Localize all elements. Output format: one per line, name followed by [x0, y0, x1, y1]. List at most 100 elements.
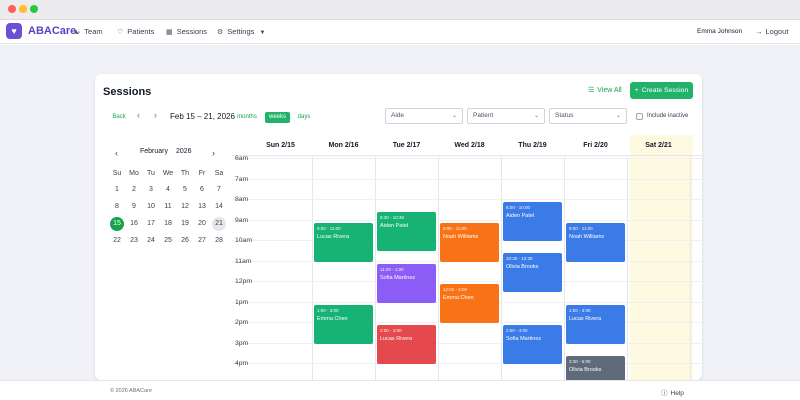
session-event[interactable]: 8:30 - 10:30 Aiden Patel: [377, 212, 436, 252]
day-header[interactable]: Sat 2/21: [627, 142, 690, 149]
event-time: 1:00 - 3:00: [569, 307, 591, 313]
mini-cal-day[interactable]: 19: [178, 217, 192, 231]
event-patient-name: Emma Chen: [443, 295, 474, 301]
mini-cal-day[interactable]: 20: [195, 217, 209, 231]
logout-button[interactable]: → Logout: [755, 27, 788, 36]
heart-icon[interactable]: ♥: [6, 23, 22, 39]
mini-cal-prev-icon[interactable]: ‹: [115, 148, 118, 158]
session-event[interactable]: 2:00 - 4:00 Sofia Martinez: [503, 325, 562, 364]
mini-cal-day[interactable]: 10: [144, 200, 158, 214]
session-event[interactable]: 1:00 - 3:00 Emma Chen: [314, 304, 373, 344]
session-event[interactable]: 8:00 - 10:00 Aiden Patel: [503, 202, 562, 241]
mini-cal-day[interactable]: 5: [178, 183, 192, 197]
mini-cal-day[interactable]: 21: [212, 217, 226, 231]
top-nav: ♥ ABACare ☯ Team ♡ Patients ▦ Sessions ⚙ Set…: [0, 20, 800, 44]
brand-name[interactable]: ABACare: [28, 25, 76, 37]
column-divider: [375, 155, 376, 380]
weekday-label: Fr: [198, 170, 206, 177]
view-days-button[interactable]: days: [295, 112, 313, 123]
nav-item-sessions[interactable]: ▦ Sessions: [166, 27, 207, 36]
mini-cal-day[interactable]: 26: [178, 234, 192, 248]
footer: © 2026 ABACare ⓘ Help: [0, 380, 800, 400]
mini-cal-next-icon[interactable]: ›: [212, 148, 215, 158]
mini-cal-month: February: [140, 148, 169, 155]
nav-item-team[interactable]: ☯ Team: [74, 27, 103, 36]
hour-label: 12pm: [235, 278, 253, 285]
mini-cal-day[interactable]: 14: [212, 200, 226, 214]
patient-filter-select[interactable]: Patient ⌄: [467, 108, 545, 124]
status-filter-select[interactable]: Status ⌄: [549, 108, 627, 124]
session-event[interactable]: 3:30 - 5:00 Olivia Brooks: [566, 355, 625, 380]
session-event[interactable]: 9:00 - 11:00 Lucas Rivera: [314, 222, 373, 262]
day-header[interactable]: Thu 2/19: [501, 142, 564, 149]
view-weeks-button[interactable]: weeks: [265, 112, 290, 123]
list-icon: ☰: [588, 87, 595, 94]
mini-cal-day[interactable]: 16: [127, 217, 141, 231]
day-header[interactable]: Wed 2/18: [438, 142, 501, 149]
mini-cal-day[interactable]: 25: [161, 234, 175, 248]
day-header[interactable]: Fri 2/20: [564, 142, 627, 149]
mini-cal-day[interactable]: 15: [110, 217, 124, 231]
session-event[interactable]: 1:00 - 3:00 Lucas Rivera: [566, 304, 625, 344]
maximize-window-button[interactable]: [30, 5, 38, 13]
mini-cal-day[interactable]: 17: [144, 217, 158, 231]
help-link[interactable]: ⓘ Help: [661, 387, 684, 397]
event-patient-name: Lucas Rivera: [380, 336, 413, 342]
chevron-right-icon[interactable]: ›: [154, 110, 157, 120]
mini-cal-day[interactable]: 24: [144, 234, 158, 248]
view-months-button[interactable]: months: [234, 112, 260, 123]
session-event[interactable]: 10:30 - 12:30 Olivia Brooks: [503, 253, 562, 293]
day-header[interactable]: Mon 2/16: [312, 142, 375, 149]
session-event[interactable]: 2:00 - 4:00 Lucas Rivera: [377, 325, 436, 364]
create-session-button[interactable]: + Create Session: [630, 82, 693, 99]
mini-cal-day[interactable]: 18: [161, 217, 175, 231]
back-button[interactable]: Back: [112, 112, 126, 123]
mini-cal-day[interactable]: 3: [144, 183, 158, 197]
chevron-left-icon[interactable]: ‹: [137, 110, 140, 120]
hour-label: 1pm: [235, 298, 249, 306]
column-divider: [312, 155, 313, 380]
mini-cal-day[interactable]: 1: [110, 183, 124, 197]
column-divider: [627, 155, 628, 380]
mini-cal-day[interactable]: 8: [110, 200, 124, 214]
weekday-label: Th: [180, 170, 190, 177]
day-header[interactable]: Tue 2/17: [375, 142, 438, 149]
mini-cal-day[interactable]: 12: [178, 200, 192, 214]
event-time: 2:00 - 4:00: [506, 328, 528, 333]
nav-item-patients[interactable]: ♡ Patients: [117, 27, 154, 36]
mini-cal-day[interactable]: 2: [127, 183, 141, 197]
session-event[interactable]: 9:00 - 11:00 Noah Williams: [566, 222, 625, 262]
user-name[interactable]: Emma Johnson: [697, 28, 742, 35]
session-event[interactable]: 9:00 - 11:00 Noah Williams: [440, 222, 499, 262]
mini-cal-day[interactable]: 23: [127, 234, 141, 248]
calendar-icon: ▦: [166, 29, 173, 36]
mini-cal-day[interactable]: 22: [110, 234, 124, 248]
event-patient-name: Sofia Martinez: [506, 336, 542, 342]
view-all-link[interactable]: ☰ View All: [588, 86, 622, 94]
weekday-label: We: [162, 170, 174, 177]
mini-cal-day[interactable]: 6: [195, 183, 209, 197]
day-header[interactable]: Sun 2/15: [249, 142, 312, 149]
mini-cal-day[interactable]: 4: [161, 183, 175, 197]
mini-cal-day[interactable]: 9: [127, 200, 141, 214]
minimize-window-button[interactable]: [19, 5, 27, 13]
event-patient-name: Noah Williams: [569, 233, 605, 240]
weekday-label: Su: [112, 170, 122, 177]
include-inactive-checkbox[interactable]: [636, 113, 643, 120]
event-time: 9:00 - 11:00: [317, 225, 341, 231]
hour-line: [232, 158, 702, 159]
event-patient-name: Noah Williams: [443, 233, 479, 240]
close-window-button[interactable]: [8, 5, 16, 13]
mini-cal-day[interactable]: 27: [195, 234, 209, 248]
event-patient-name: Lucas Rivera: [317, 233, 350, 240]
mini-cal-day[interactable]: 11: [161, 200, 175, 214]
session-event[interactable]: 11:00 - 1:00 Sofia Martinez: [377, 263, 436, 303]
mini-cal-day[interactable]: 7: [212, 183, 226, 197]
aide-filter-select[interactable]: Aide ⌄: [385, 108, 463, 124]
session-event[interactable]: 12:00 - 2:00 Emma Chen: [440, 284, 499, 323]
team-icon: ☯: [74, 29, 81, 36]
nav-item-settings[interactable]: ⚙ Settings ▼: [217, 27, 265, 36]
mini-cal-day[interactable]: 28: [212, 234, 226, 248]
weekday-label: Tu: [147, 170, 155, 177]
mini-cal-day[interactable]: 13: [195, 200, 209, 214]
